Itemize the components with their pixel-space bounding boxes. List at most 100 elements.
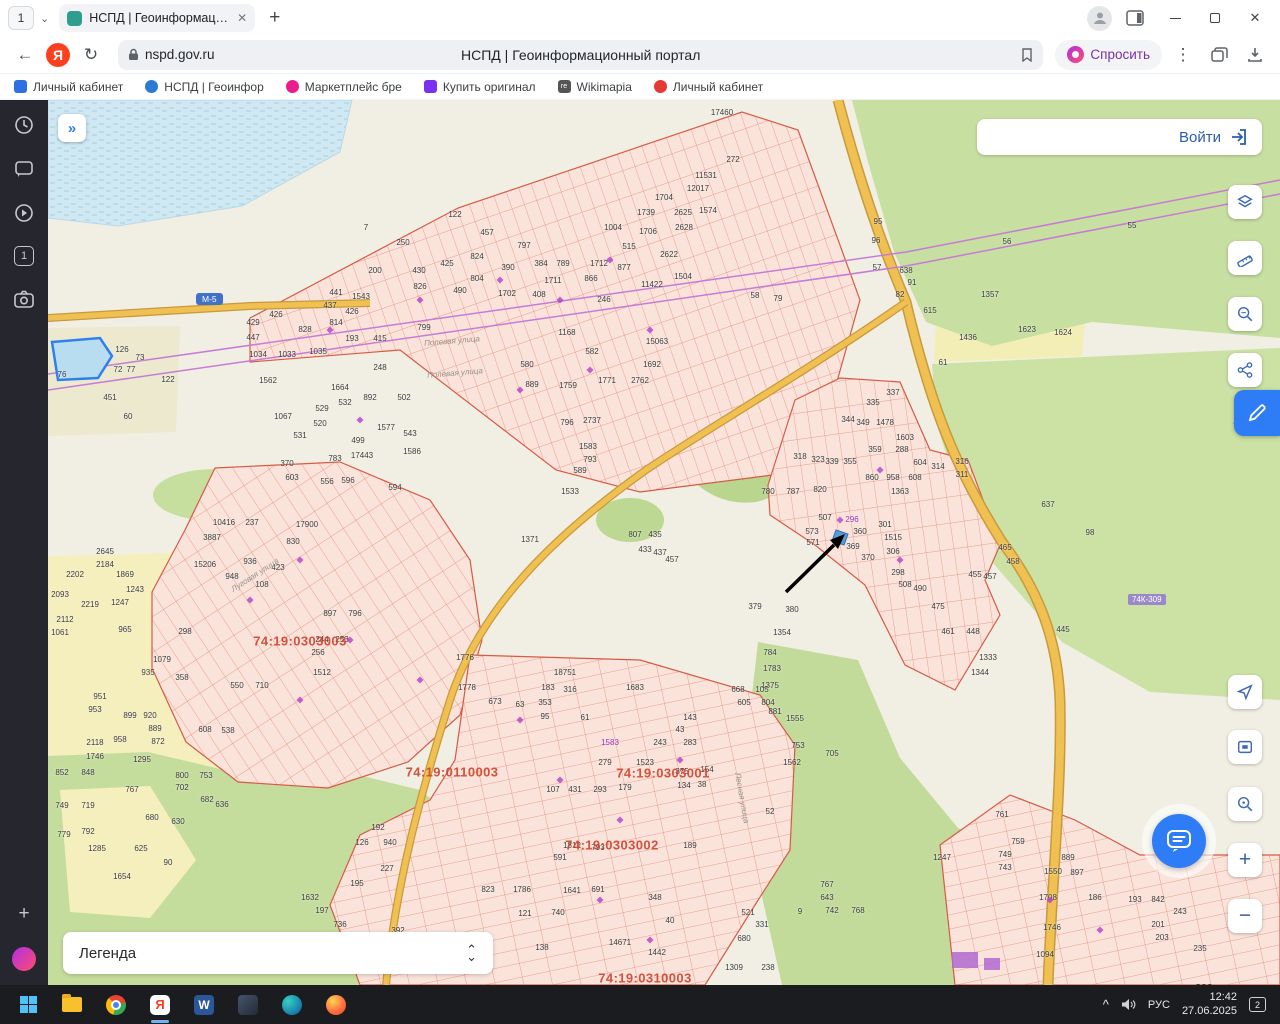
ask-alice-button[interactable]: Спросить [1055, 40, 1162, 70]
tray-expand-icon[interactable]: ^ [1103, 997, 1109, 1012]
bookmark-item[interactable]: Купить оригинал [424, 80, 536, 94]
history-icon[interactable] [13, 114, 35, 136]
building-footprint [984, 958, 1000, 970]
chrome-icon [106, 995, 126, 1015]
notification-badge: 2 [1255, 1000, 1260, 1010]
legend-panel[interactable]: Легенда ⌃ ⌄ [63, 932, 493, 974]
tab-counter[interactable]: 1 [8, 6, 34, 30]
bookmark-favicon [14, 80, 27, 93]
language-indicator[interactable]: РУС [1148, 999, 1170, 1011]
bookmark-item[interactable]: Личный кабинет [14, 80, 123, 94]
tab-close-icon[interactable]: ✕ [237, 11, 247, 25]
browser-sidebar: 1 + [0, 100, 48, 985]
taskbar-firefox[interactable] [314, 985, 358, 1024]
bookmark-label: Маркетплейс бре [305, 80, 402, 94]
close-window-button[interactable]: ✕ [1238, 5, 1272, 31]
chat-widget[interactable] [1142, 804, 1216, 878]
taskbar-chrome[interactable] [94, 985, 138, 1024]
lock-icon [128, 48, 139, 61]
search-objects-button[interactable] [1228, 297, 1262, 331]
bookmark-favicon [145, 80, 158, 93]
folder-icon [62, 997, 82, 1012]
play-icon[interactable] [13, 202, 35, 224]
bookmark-favicon [654, 80, 667, 93]
browser-titlebar: 1 ⌄ НСПД | Геоинформаци... ✕ + ✕ [0, 0, 1280, 36]
zoom-in-button[interactable]: + [1228, 843, 1262, 877]
avatar[interactable] [1087, 6, 1112, 31]
pencil-icon [1246, 402, 1268, 424]
login-label: Войти [1179, 129, 1221, 146]
reload-button[interactable]: ↻ [76, 40, 106, 70]
bookmark-item[interactable]: Маркетплейс бре [286, 80, 402, 94]
yandex-browser-icon: Я [150, 995, 170, 1015]
add-panel-icon[interactable]: + [13, 903, 35, 925]
tab-favicon [67, 11, 82, 26]
edge-icon [282, 995, 302, 1015]
legend-expand-control[interactable]: ⌃ ⌄ [466, 946, 477, 960]
regional-road-badge: 74К-309 [1128, 594, 1166, 605]
bookmark-flag-icon[interactable] [1021, 48, 1033, 62]
firefox-icon [326, 995, 346, 1015]
alice-sidebar-icon[interactable] [12, 947, 36, 971]
share-button[interactable] [1228, 353, 1262, 387]
bookmarks-bar: Личный кабинет НСПД | Геоинфор Маркетплейс… [0, 74, 1280, 100]
new-tab-button[interactable]: + [261, 7, 288, 29]
bookmark-favicon [424, 80, 437, 93]
bookmark-label: Личный кабинет [673, 80, 763, 94]
windows-taskbar: Я W ^ РУС 12:42 27.06.2025 2 [0, 985, 1280, 1024]
volume-icon[interactable] [1121, 998, 1136, 1011]
chevron-down-icon[interactable]: ⌄ [40, 12, 49, 25]
scale-bar: 200 м [1178, 982, 1240, 985]
map-viewport[interactable]: 1746027211531120171704173926251574122457… [48, 100, 1280, 985]
login-icon [1230, 129, 1248, 145]
taskbar-edge[interactable] [270, 985, 314, 1024]
minimize-button[interactable] [1158, 5, 1192, 31]
notification-center-button[interactable]: 2 [1249, 997, 1266, 1012]
taskbar-clock[interactable]: 12:42 27.06.2025 [1182, 991, 1237, 1019]
tab-title: НСПД | Геоинформаци... [89, 11, 230, 25]
legend-title: Легенда [79, 945, 136, 962]
collections-icon[interactable] [1204, 40, 1234, 70]
measure-button[interactable] [1228, 241, 1262, 275]
locate-button[interactable] [1228, 675, 1262, 709]
start-button[interactable] [6, 985, 50, 1024]
tabs-panel-icon[interactable]: 1 [14, 246, 34, 266]
bookmark-favicon [286, 80, 299, 93]
browser-toolbar: ← Я ↻ nspd.gov.ru НСПД | Геоинформационн… [0, 36, 1280, 74]
bookmark-label: Личный кабинет [33, 80, 123, 94]
taskbar-yandex-browser[interactable]: Я [138, 985, 182, 1024]
yandex-icon[interactable]: Я [46, 43, 70, 67]
alice-icon [1067, 46, 1084, 63]
feedback-tool-button[interactable] [1234, 390, 1280, 436]
building-footprint [952, 952, 978, 968]
browser-menu-button[interactable]: ⋮ [1168, 40, 1198, 70]
downloads-icon[interactable] [1240, 40, 1270, 70]
zoom-to-button[interactable] [1228, 787, 1262, 821]
back-button[interactable]: ← [10, 40, 40, 70]
taskbar-app[interactable] [226, 985, 270, 1024]
extent-button[interactable] [1228, 730, 1262, 764]
zoom-out-button[interactable]: − [1228, 899, 1262, 933]
side-panels-icon[interactable] [1118, 5, 1152, 31]
bookmark-item[interactable]: НСПД | Геоинфор [145, 80, 263, 94]
messenger-icon[interactable] [13, 158, 35, 180]
bookmark-label: Купить оригинал [443, 80, 536, 94]
layers-button[interactable] [1228, 185, 1262, 219]
taskbar-word[interactable]: W [182, 985, 226, 1024]
sidebar-collapse-button[interactable]: » [58, 114, 86, 142]
screenshot-icon[interactable] [13, 288, 35, 310]
m5-road-badge: М-5 [196, 293, 223, 305]
app-icon [238, 995, 258, 1015]
page-title: НСПД | Геоинформационный портал [118, 47, 1043, 63]
chat-icon [1166, 829, 1192, 853]
address-bar[interactable]: nspd.gov.ru НСПД | Геоинформационный пор… [118, 40, 1043, 70]
browser-tab[interactable]: НСПД | Геоинформаци... ✕ [59, 4, 255, 32]
taskbar-file-explorer[interactable] [50, 985, 94, 1024]
settlement-west [152, 462, 482, 788]
login-button[interactable]: Войти [977, 119, 1262, 155]
user-icon [1092, 10, 1108, 26]
bookmark-item[interactable]: Личный кабинет [654, 80, 763, 94]
bookmark-item[interactable]: reWikimapia [558, 80, 632, 94]
maximize-button[interactable] [1198, 5, 1232, 31]
chevron-down-icon: ⌄ [466, 953, 477, 960]
